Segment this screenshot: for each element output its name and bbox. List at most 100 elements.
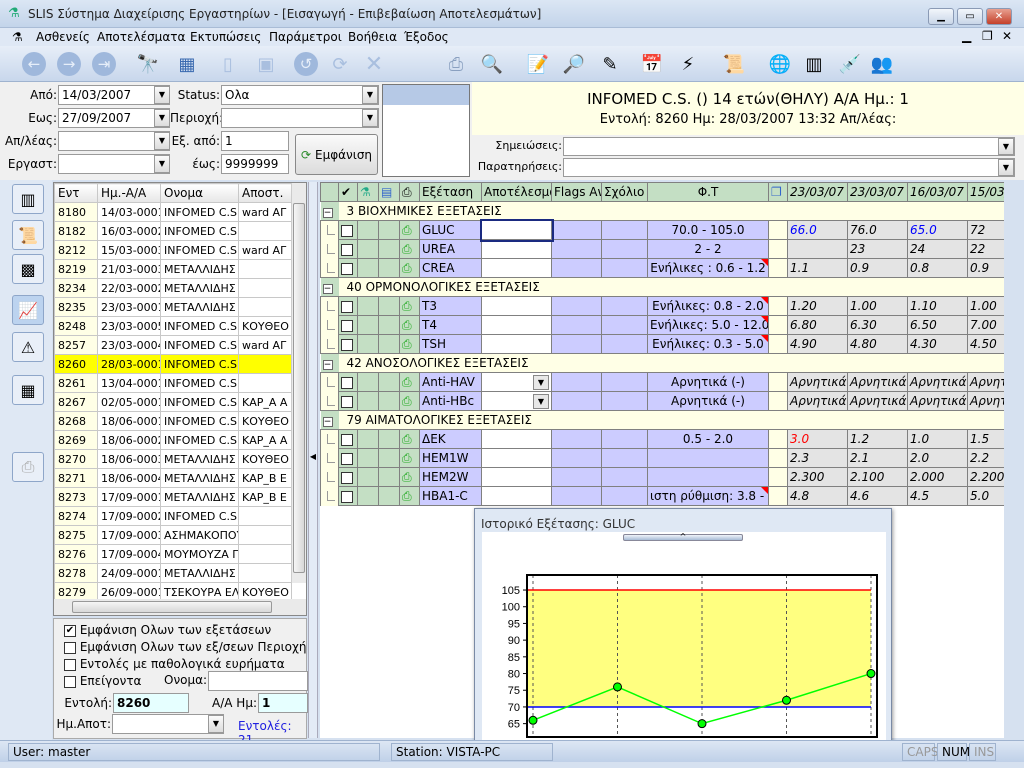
check-col-header[interactable]: ✔ [338, 182, 358, 202]
order-row[interactable]: 8273 17/09-0001 ΜΕΤΑΛΛΙΔΗΣ Σ ΚΑΡ_Β Ε [54, 487, 292, 507]
grid-button[interactable]: ▦ [173, 50, 201, 78]
delete-button[interactable]: ✕ [360, 50, 388, 78]
result-input[interactable] [481, 448, 552, 468]
comment-cell[interactable] [601, 448, 648, 468]
print-icon[interactable]: ⎙ [399, 391, 420, 411]
select-checkbox[interactable] [338, 334, 358, 354]
expand-toggle[interactable]: − [320, 410, 339, 430]
menu-patients[interactable]: Ασθενείς [36, 30, 90, 44]
status-dropdown[interactable]: ▼ [362, 86, 378, 104]
menu-prints[interactable]: Εκτυπώσεις [190, 30, 261, 44]
print-icon[interactable]: ⎙ [399, 448, 420, 468]
order-row[interactable]: 827018/06-0003ΜΕΤΑΛΛΙΔΗΣ ΝΚΟΥΘΕΟ [54, 449, 292, 469]
order-row[interactable]: 823523/03-0001ΜΕΤΑΛΛΙΔΗΣ Ν [54, 297, 292, 317]
print-icon[interactable]: ⎙ [399, 429, 420, 449]
col-comment[interactable]: Σχόλιο [601, 182, 648, 202]
select-checkbox[interactable] [338, 486, 358, 506]
splitter[interactable]: ◀ [308, 182, 318, 738]
calendar-button[interactable]: 📅 [638, 50, 666, 78]
pattern-side-button[interactable]: ▩ [12, 254, 44, 284]
col-hist-1[interactable]: 23/03/07 [787, 182, 848, 202]
urgent-checkbox[interactable]: Επείγοντα [64, 674, 141, 688]
col-hist-3[interactable]: 16/03/07 [907, 182, 968, 202]
comment-cell[interactable] [601, 486, 648, 506]
certificate-side-button[interactable]: 📜 [12, 220, 44, 250]
new-button[interactable]: ▯ [214, 50, 242, 78]
order-row[interactable]: 821921/03-0003ΜΕΤΑΛΛΙΔΗΣ Ν [54, 259, 292, 279]
doctor-dropdown[interactable]: ▼ [154, 132, 170, 150]
all-exams-checkbox[interactable]: ✔ Εμφάνιση Ολων των εξετάσεων [64, 623, 271, 637]
order-row[interactable]: 827118/06-0004ΜΕΤΑΛΛΙΔΗΣ ΝΚΑΡ_Β Ε [54, 468, 292, 488]
area-exams-checkbox[interactable]: Εμφάνιση Ολων των εξ/σεων Περιοχής Εργ [64, 640, 307, 654]
test-row[interactable]: ⎙ UREA 2 - 2 23 24 22 [320, 239, 1016, 259]
certificate-button[interactable]: 📜 [720, 50, 748, 78]
select-checkbox[interactable] [338, 315, 358, 335]
order-row[interactable]: 8182 16/03-0002 INFOMED C.S. [54, 221, 292, 241]
order-row[interactable]: 8269 18/06-0002 INFOMED C.S. ΚΑΡ_Α Α [54, 430, 292, 450]
comment-cell[interactable] [601, 334, 648, 354]
group-row[interactable]: −79 ΑΙΜΑΤΟΛΟΓΙΚΕΣ ΕΞΕΤΑΣΕΙΣ [320, 410, 1016, 430]
group-row[interactable]: −40 ΟΡΜΟΝΟΛΟΓΙΚΕΣ ΕΞΕΤΑΣΕΙΣ [320, 277, 1016, 297]
order-row[interactable]: 827617/09-0004ΜΟΥΜΟΥΖΑ ΠΑ [54, 544, 292, 564]
expand-toggle[interactable]: − [320, 201, 339, 221]
preview-button[interactable]: 🔍 [478, 50, 506, 78]
order-row[interactable]: 823422/03-0002ΜΕΤΑΛΛΙΔΗΣ Ν [54, 278, 292, 298]
order-row[interactable]: 8260 28/03-0001 INFOMED C.S. [54, 354, 292, 374]
edit-button[interactable]: 📝 [524, 50, 552, 78]
barcode-side-button[interactable]: ▥ [12, 184, 44, 214]
notes-dropdown[interactable]: ▼ [998, 138, 1014, 155]
col-reference[interactable]: Φ.Τ [647, 182, 769, 202]
select-checkbox[interactable] [338, 220, 358, 240]
exam-from-field[interactable]: 1 [221, 131, 289, 151]
minimize-button[interactable]: ▁ [928, 8, 954, 25]
result-input[interactable] [481, 334, 552, 354]
orders-horizontal-scrollbar[interactable] [54, 599, 306, 615]
print-side-button[interactable]: ⎙ [12, 452, 44, 482]
validate-button[interactable]: ✎ [596, 50, 624, 78]
order-field[interactable]: 8260 [113, 693, 189, 713]
next-button[interactable]: ⇥ [90, 50, 118, 78]
print-icon[interactable]: ⎙ [399, 258, 420, 278]
remarks-field[interactable] [563, 158, 1015, 177]
col-date[interactable]: Ημ.-Α/Α [97, 183, 161, 203]
select-checkbox[interactable] [338, 429, 358, 449]
order-row[interactable]: 8212 15/03-0003 INFOMED C.S. ward ΑΓ [54, 240, 292, 260]
test-row[interactable]: ⎙ Anti-HAV ▼ Αρνητικά (-) Αρνητικά Αρνητικά Αρ… [320, 372, 1016, 392]
order-row[interactable]: 8274 17/09-0002 INFOMED C.S. [54, 506, 292, 526]
undo-button[interactable]: ↺ [292, 50, 320, 78]
result-input[interactable] [481, 429, 552, 449]
expand-toggle[interactable]: − [320, 277, 339, 297]
print-button[interactable]: ⎙ [442, 50, 470, 78]
select-checkbox[interactable] [338, 391, 358, 411]
menu-exit[interactable]: Έξοδος [404, 30, 449, 44]
result-dropdown[interactable]: ▼ [533, 374, 549, 390]
table-side-button[interactable]: ▦ [12, 375, 44, 405]
print-icon[interactable]: ⎙ [399, 372, 420, 392]
test-row[interactable]: ⎙ T4 Ενήλικες: 5.0 - 12.0 6.80 6.30 6.50 7.00 [320, 315, 1016, 335]
chart-side-button[interactable]: 📈 [12, 295, 44, 325]
scroll-thumb[interactable] [293, 203, 305, 573]
aa-field[interactable]: 1 [258, 693, 308, 713]
test-row[interactable]: ⎙ HBA1-C ιστη ρύθμιση: 3.8 - 5 4.8 4.6 4.5 5.0 [320, 486, 1016, 506]
forward-button[interactable]: → [55, 50, 83, 78]
back-button[interactable]: ← [20, 50, 48, 78]
select-checkbox[interactable] [338, 296, 358, 316]
result-input[interactable]: ▼ [481, 372, 552, 392]
group-row[interactable]: −3 ΒΙΟΧΗΜΙΚΕΣ ΕΞΕΤΑΣΕΙΣ [320, 201, 1016, 221]
test-row[interactable]: ⎙ ΔΕΚ 0.5 - 2.0 3.0 1.2 1.0 1.5 [320, 429, 1016, 449]
order-row[interactable]: 8257 23/03-0004 INFOMED C.S. ward ΑΓ [54, 335, 292, 355]
result-input[interactable] [481, 486, 552, 506]
hscroll-thumb[interactable] [72, 601, 272, 613]
result-input[interactable] [481, 296, 552, 316]
mdi-restore-button[interactable]: ❐ [982, 29, 993, 43]
col-name[interactable]: Ονομα [160, 183, 239, 203]
result-input[interactable]: ▼ [481, 391, 552, 411]
area-dropdown[interactable]: ▼ [362, 109, 378, 127]
to-date-dropdown[interactable]: ▼ [154, 109, 170, 127]
comment-cell[interactable] [601, 429, 648, 449]
order-row[interactable]: 827517/09-0003ΑΣΗΜΑΚΟΠΟΥΛ [54, 525, 292, 545]
print-icon[interactable]: ⎙ [399, 296, 420, 316]
notes-field[interactable] [563, 137, 1015, 156]
test-row[interactable]: ⎙ T3 Ενήλικες: 0.8 - 2.0 1.20 1.00 1.10 1.00 [320, 296, 1016, 316]
result-input[interactable] [481, 258, 552, 278]
